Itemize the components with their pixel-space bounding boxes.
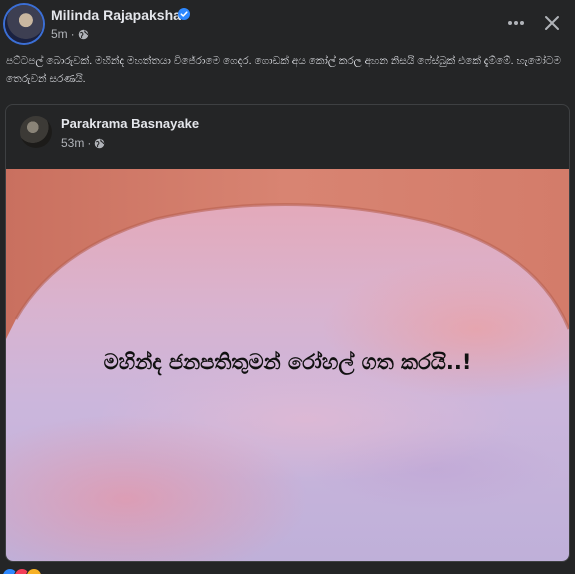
- globe-icon[interactable]: [94, 138, 105, 149]
- shared-post-image[interactable]: මහින්ද ජනපතිතුමන් රෝහල් ගත කරයි..!: [6, 169, 569, 561]
- close-icon: [545, 16, 559, 30]
- author-avatar[interactable]: [5, 5, 43, 43]
- post-header: Milinda Rajapaksha 5m ·: [0, 0, 575, 46]
- author-name[interactable]: Milinda Rajapaksha: [51, 7, 181, 23]
- shared-post-time[interactable]: 53m: [61, 136, 84, 150]
- post-meta: 5m ·: [51, 27, 89, 41]
- shared-author-avatar[interactable]: [20, 116, 52, 148]
- globe-icon[interactable]: [78, 29, 89, 40]
- haha-reaction-icon: [26, 568, 42, 574]
- image-overlay-text: මහින්ද ජනපතිතුමන් රෝහල් ගත කරයි..!: [103, 350, 472, 374]
- more-options-button[interactable]: [500, 8, 532, 38]
- more-options-icon: [508, 21, 524, 25]
- post-caption: පට්ටපල් බොරුවක්. මහින්ද මහත්තයා විජේරාමෙ…: [6, 55, 561, 85]
- verified-badge-icon: [178, 8, 190, 20]
- close-button[interactable]: [536, 8, 568, 38]
- post-time[interactable]: 5m: [51, 27, 68, 41]
- shared-post-card[interactable]: Parakrama Basnayake 53m · මහින්ද ජනපතිතු…: [5, 104, 570, 562]
- shared-post-meta: 53m ·: [61, 136, 105, 150]
- shared-author-name[interactable]: Parakrama Basnayake: [61, 116, 199, 131]
- meta-separator: ·: [87, 136, 92, 150]
- facebook-post: Milinda Rajapaksha 5m · පට්ටපල් බොරුවක්.…: [0, 0, 575, 574]
- shared-post-header: Parakrama Basnayake 53m ·: [6, 105, 569, 169]
- meta-separator: ·: [70, 27, 75, 41]
